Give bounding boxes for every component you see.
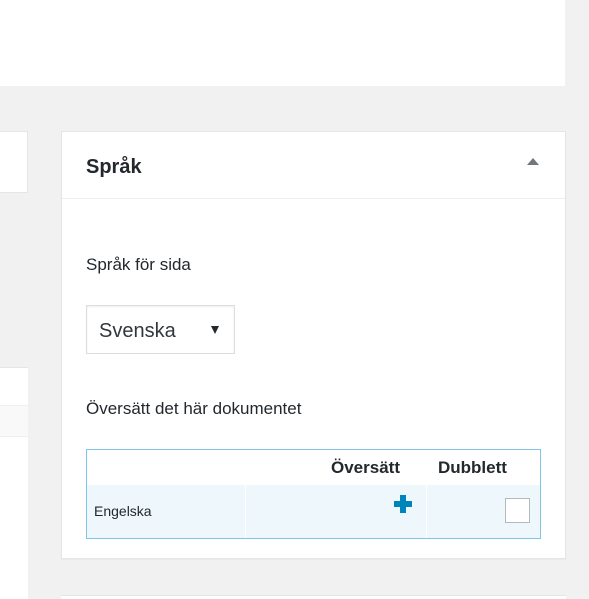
page-language-select[interactable]: Svenska [86,305,235,354]
language-metabox-title: Språk [86,156,142,178]
language-metabox-header[interactable]: Språk [62,132,565,199]
table-row: Engelska [87,485,540,538]
next-metabox-edge [61,595,566,599]
page-language-label: Språk för sida [86,255,191,274]
left-panel-stripe [0,405,28,437]
collapse-arrow-icon[interactable] [527,158,539,165]
duplicate-cell [427,485,540,538]
language-cell: Engelska [87,485,246,538]
left-panel-edge [0,367,28,599]
page-language-value: Svenska [99,320,176,342]
left-input-edge[interactable] [0,131,28,193]
dropdown-caret-icon [211,326,219,334]
translations-table-header: Översätt Dubblett [87,450,540,485]
translate-cell [246,485,427,538]
language-name: Engelska [94,503,152,519]
translate-column-header: Översätt [331,458,400,477]
duplicate-column-header: Dubblett [438,458,507,477]
plus-icon[interactable] [394,495,412,513]
duplicate-checkbox[interactable] [505,498,530,523]
top-content-panel [0,0,565,86]
translate-document-heading: Översätt det här dokumentet [86,399,302,418]
translations-table: Översätt Dubblett Engelska [86,449,541,539]
top-panel-gutter [565,0,589,86]
language-metabox: Språk Språk för sida Svenska Översätt de… [61,131,566,559]
